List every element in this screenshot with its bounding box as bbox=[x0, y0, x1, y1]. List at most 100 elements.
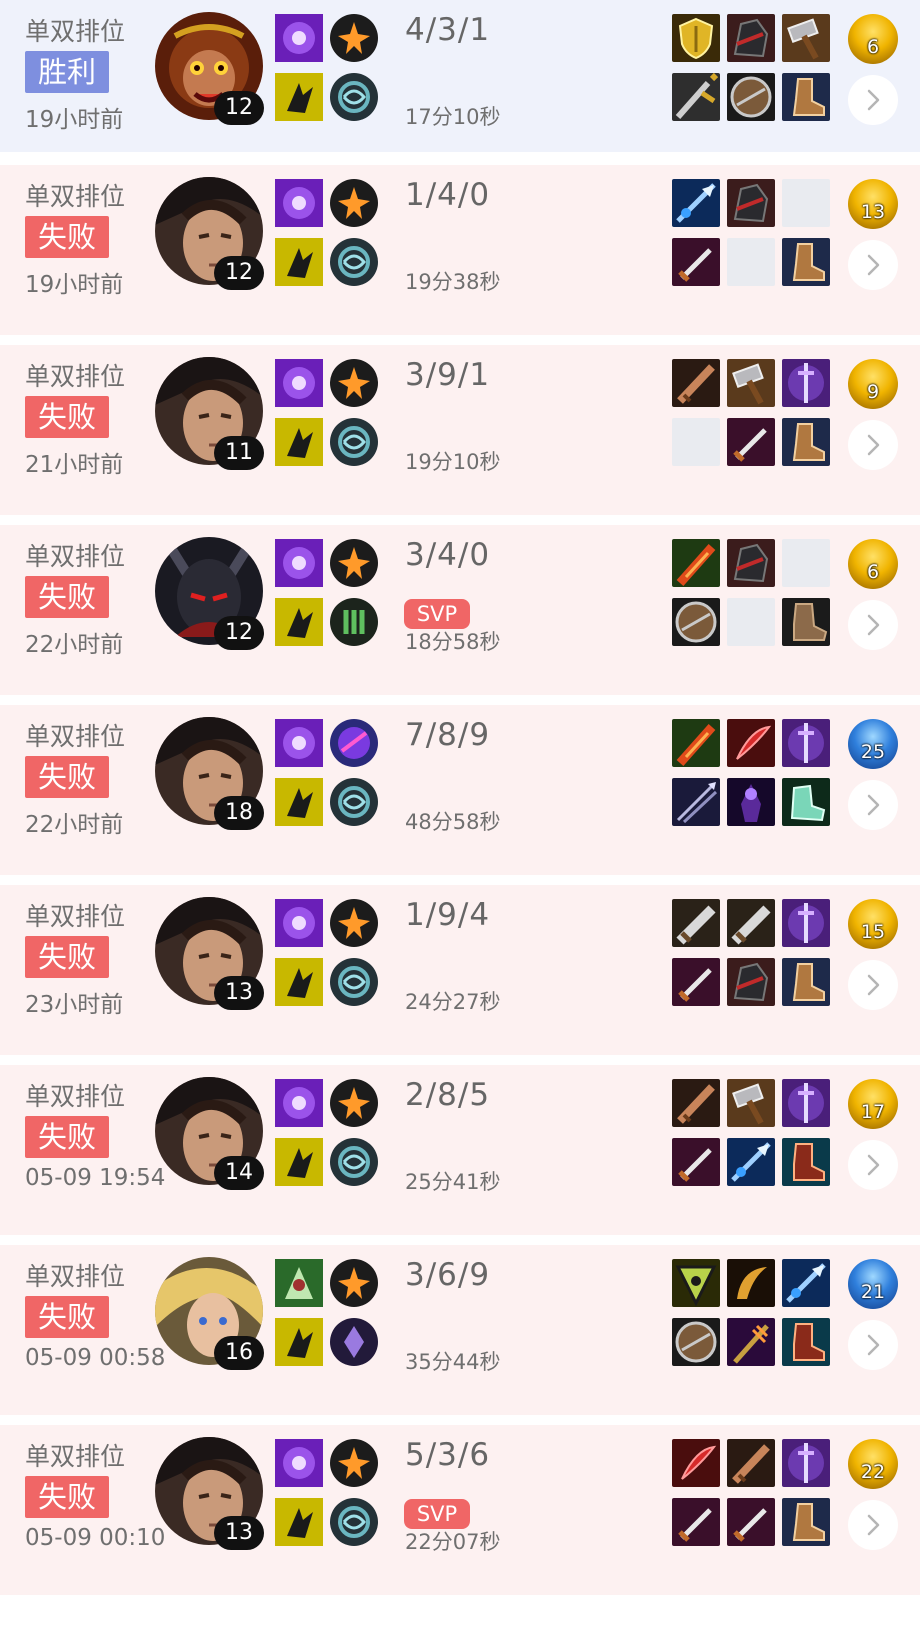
match-row[interactable]: 单双排位 失败 05-09 00:10 13 5/3/6 SVP 22分07秒 22 bbox=[0, 1425, 920, 1595]
result-badge: 失败 bbox=[25, 756, 109, 798]
svp-badge: SVP bbox=[404, 599, 470, 629]
item-icon bbox=[672, 1498, 720, 1546]
chevron-right-icon[interactable] bbox=[848, 420, 898, 470]
item-icon bbox=[727, 418, 775, 466]
item-icon bbox=[782, 719, 830, 767]
chevron-right-icon[interactable] bbox=[848, 960, 898, 1010]
result-badge: 失败 bbox=[25, 1476, 109, 1518]
champion-level-badge: 13 bbox=[214, 976, 264, 1010]
game-mode-label: 单双排位 bbox=[25, 542, 126, 571]
result-badge: 失败 bbox=[25, 396, 109, 438]
match-row[interactable]: 单双排位 失败 22小时前 12 3/4/0 SVP 18分58秒 6 bbox=[0, 525, 920, 695]
summoner-spell-icon bbox=[330, 1498, 378, 1546]
primary-rune-icon bbox=[275, 719, 323, 767]
summoner-spell-icon bbox=[330, 418, 378, 466]
item-icon bbox=[727, 899, 775, 947]
item-icon bbox=[782, 958, 830, 1006]
game-mode-label: 单双排位 bbox=[25, 1262, 126, 1291]
item-icon bbox=[782, 1498, 830, 1546]
item-icon bbox=[727, 179, 775, 227]
match-row[interactable]: 单双排位 失败 23小时前 13 1/9/4 24分27秒 15 bbox=[0, 885, 920, 1055]
match-time: 22小时前 bbox=[25, 812, 124, 838]
summoner-spell-icon bbox=[330, 1439, 378, 1487]
item-icon bbox=[727, 1079, 775, 1127]
secondary-rune-icon bbox=[275, 958, 323, 1006]
item-icon bbox=[727, 359, 775, 407]
champion-level-badge: 18 bbox=[214, 796, 264, 830]
game-mode-label: 单双排位 bbox=[25, 1082, 126, 1111]
rank-medal-icon: 21 bbox=[848, 1259, 898, 1309]
item-icon bbox=[727, 1318, 775, 1366]
match-time: 05-09 00:10 bbox=[25, 1525, 166, 1551]
rank-medal-icon: 15 bbox=[848, 899, 898, 949]
summoner-spell-icon bbox=[330, 778, 378, 826]
match-row[interactable]: 单双排位 失败 05-09 19:54 14 2/8/5 25分41秒 17 bbox=[0, 1065, 920, 1235]
match-time: 22小时前 bbox=[25, 632, 124, 658]
item-icon bbox=[727, 958, 775, 1006]
match-time: 05-09 00:58 bbox=[25, 1345, 166, 1371]
chevron-right-icon[interactable] bbox=[848, 1320, 898, 1370]
champion-level-badge: 11 bbox=[214, 436, 264, 470]
item-icon bbox=[782, 778, 830, 826]
summoner-spell-icon bbox=[330, 1138, 378, 1186]
kda-score: 2/8/5 bbox=[405, 1077, 491, 1113]
primary-rune-icon bbox=[275, 359, 323, 407]
match-time: 19小时前 bbox=[25, 272, 124, 298]
chevron-right-icon[interactable] bbox=[848, 600, 898, 650]
match-row[interactable]: 单双排位 失败 05-09 00:58 16 3/6/9 35分44秒 21 bbox=[0, 1245, 920, 1415]
item-icon bbox=[672, 778, 720, 826]
item-icon bbox=[782, 1079, 830, 1127]
match-duration: 19分38秒 bbox=[405, 270, 501, 294]
item-icon bbox=[672, 1439, 720, 1487]
champion-level-badge: 12 bbox=[214, 256, 264, 290]
rank-medal-icon: 6 bbox=[848, 14, 898, 64]
chevron-right-icon[interactable] bbox=[848, 780, 898, 830]
match-duration: 18分58秒 bbox=[405, 630, 501, 654]
chevron-right-icon[interactable] bbox=[848, 1500, 898, 1550]
match-row[interactable]: 单双排位失败 21小时前 11 3/9/1 19分10秒 9 bbox=[0, 345, 920, 515]
result-badge: 失败 bbox=[25, 576, 109, 618]
chevron-right-icon[interactable] bbox=[848, 1140, 898, 1190]
primary-rune-icon bbox=[275, 539, 323, 587]
summoner-spell-icon bbox=[330, 14, 378, 62]
summoner-spell-icon bbox=[330, 1079, 378, 1127]
match-row[interactable]: 单双排位 胜利 19小时前 12 4/3/1 17分10秒 6 bbox=[0, 0, 920, 152]
game-mode-label: 单双排位 bbox=[25, 722, 126, 751]
empty-item-slot bbox=[727, 238, 775, 286]
item-icon bbox=[672, 899, 720, 947]
item-icon bbox=[727, 1498, 775, 1546]
item-icon bbox=[782, 1259, 830, 1307]
match-duration: 24分27秒 bbox=[405, 990, 501, 1014]
secondary-rune-icon bbox=[275, 418, 323, 466]
champion-level-badge: 13 bbox=[214, 1516, 264, 1550]
match-time: 21小时前 bbox=[25, 452, 124, 478]
item-icon bbox=[727, 1138, 775, 1186]
item-icon bbox=[672, 598, 720, 646]
item-icon bbox=[727, 778, 775, 826]
match-duration: 17分10秒 bbox=[405, 105, 501, 129]
match-duration: 35分44秒 bbox=[405, 1350, 501, 1374]
secondary-rune-icon bbox=[275, 73, 323, 121]
item-icon bbox=[672, 73, 720, 121]
rank-medal-icon: 9 bbox=[848, 359, 898, 409]
item-icon bbox=[782, 238, 830, 286]
summoner-spell-icon bbox=[330, 359, 378, 407]
item-icon bbox=[727, 14, 775, 62]
item-icon bbox=[672, 539, 720, 587]
chevron-right-icon[interactable] bbox=[848, 240, 898, 290]
kda-score: 4/3/1 bbox=[405, 12, 491, 48]
item-icon bbox=[672, 1259, 720, 1307]
item-icon bbox=[672, 359, 720, 407]
chevron-right-icon[interactable] bbox=[848, 75, 898, 125]
item-icon bbox=[672, 179, 720, 227]
item-icon bbox=[672, 958, 720, 1006]
game-mode-label: 单双排位 bbox=[25, 362, 126, 391]
secondary-rune-icon bbox=[275, 778, 323, 826]
match-row[interactable]: 单双排位 失败 22小时前 18 7/8/9 48分58秒 25 bbox=[0, 705, 920, 875]
match-row[interactable]: 单双排位 失败 19小时前 12 1/4/0 19分38秒 13 bbox=[0, 165, 920, 335]
rank-medal-icon: 25 bbox=[848, 719, 898, 769]
champion-level-badge: 14 bbox=[214, 1156, 264, 1190]
summoner-spell-icon bbox=[330, 238, 378, 286]
kda-score: 3/9/1 bbox=[405, 357, 491, 393]
match-duration: 19分10秒 bbox=[405, 450, 501, 474]
